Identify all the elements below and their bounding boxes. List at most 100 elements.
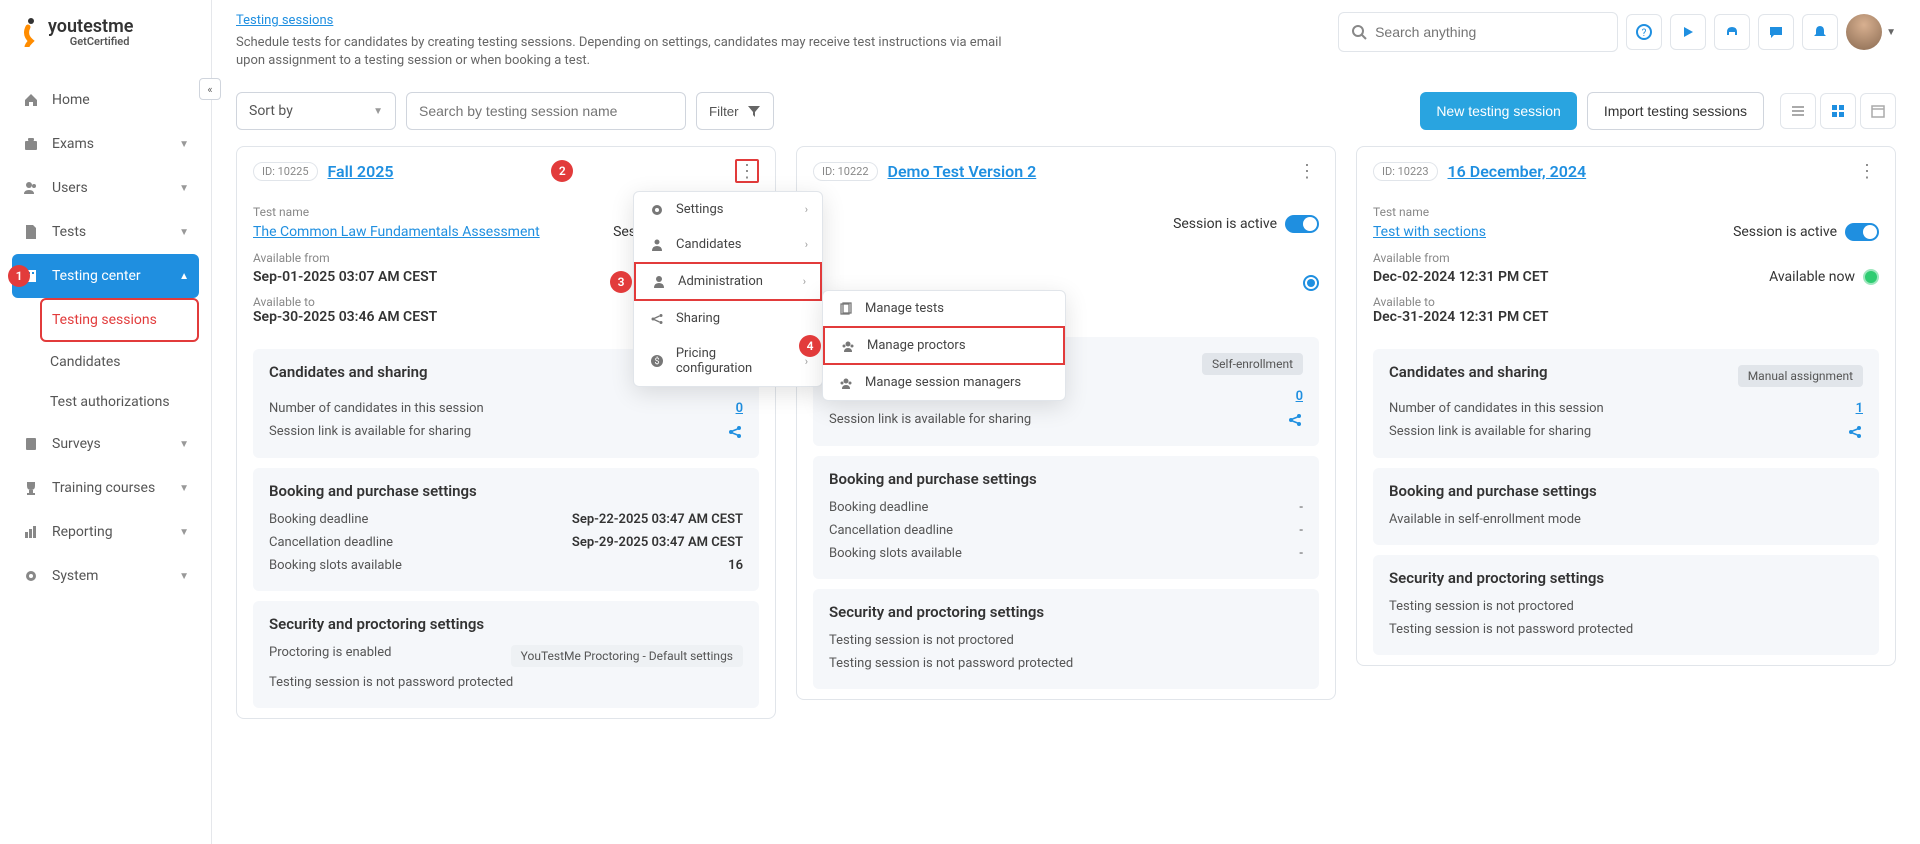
session-search[interactable] [406,92,686,130]
session-id-badge: ID: 10223 [1373,162,1438,181]
chevron-down-icon: ▼ [373,106,383,117]
submenu-manage-tests[interactable]: Manage tests [823,291,1065,326]
label: Session link is available for sharing [269,424,471,440]
candidate-count-link[interactable]: 1 [1856,401,1863,416]
play-button[interactable] [1670,14,1706,50]
label: Testing session is not password protecte… [1389,622,1633,637]
enrollment-badge: Self-enrollment [1202,353,1303,375]
session-search-input[interactable] [419,103,673,119]
filter-label: Filter [709,104,739,119]
menu-candidates[interactable]: Candidates › [634,227,822,262]
nav-test-authorizations[interactable]: Test authorizations [40,382,199,422]
nav-surveys[interactable]: Surveys ▼ [12,422,199,466]
label: Booking deadline [269,512,368,527]
trophy-icon [22,480,40,496]
help-button[interactable]: ? [1626,14,1662,50]
label: Cancellation deadline [269,535,393,550]
test-name-link[interactable]: Test with sections [1373,224,1486,240]
test-name-link[interactable]: The Common Law Fundamentals Assessment [253,224,540,240]
session-more-button[interactable]: ⋮ [735,159,759,183]
nav-label: Exams [52,136,94,152]
support-button[interactable] [1714,14,1750,50]
share-icon[interactable] [1287,412,1303,428]
chat-button[interactable] [1758,14,1794,50]
nav-training-courses[interactable]: Training courses ▼ [12,466,199,510]
logo-text: youtestme [48,16,133,37]
menu-label: Sharing [676,311,720,326]
search-icon [1351,24,1367,40]
document-icon [22,224,40,240]
available-from-value: Sep-01-2025 03:07 AM CEST [253,269,437,285]
session-title-link[interactable]: Fall 2025 [328,162,394,181]
submenu-manage-proctors[interactable]: 4 Manage proctors [823,326,1065,365]
menu-sharing[interactable]: Sharing [634,301,822,336]
logo[interactable]: youtestme GetCertified [20,16,191,48]
svg-text:$: $ [654,356,659,367]
nav-label: Testing center [52,268,141,284]
svg-text:?: ? [1642,28,1647,39]
breadcrumb[interactable]: Testing sessions [236,13,333,28]
step-badge-2: 2 [551,160,573,182]
collapse-sidebar-button[interactable]: « [199,78,221,100]
nav-system[interactable]: System ▼ [12,554,199,598]
label: Available to [1373,295,1879,309]
session-active-toggle[interactable] [1845,223,1879,241]
global-search[interactable] [1338,12,1618,52]
view-grid-button[interactable] [1820,93,1856,129]
menu-label: Administration [678,274,763,289]
filter-button[interactable]: Filter [696,92,774,130]
chevron-down-icon: ▼ [179,439,189,450]
cancel-deadline-value: Sep-29-2025 03:47 AM CEST [572,535,743,550]
step-badge-3: 3 [610,271,632,293]
label: Available in self-enrollment mode [1389,512,1581,527]
sort-by-select[interactable]: Sort by ▼ [236,92,396,130]
candidate-count-link[interactable]: 0 [736,401,743,416]
submenu-label: Manage tests [865,301,944,316]
session-active-toggle[interactable] [1285,215,1319,233]
notifications-button[interactable] [1802,14,1838,50]
slots-value: - [1299,546,1303,561]
section-title: Candidates and sharing [269,363,428,381]
chevron-down-icon: ▼ [179,227,189,238]
session-more-button[interactable]: ⋮ [1295,159,1319,183]
candidate-count-link[interactable]: 0 [1296,389,1303,404]
chevron-down-icon: ▼ [179,571,189,582]
nav-candidates[interactable]: Candidates [40,342,199,382]
share-icon[interactable] [727,424,743,440]
label: Test name [1373,205,1879,219]
submenu-label: Manage proctors [867,338,966,353]
menu-pricing[interactable]: $ Pricing configuration › [634,336,822,386]
nav-home[interactable]: Home [12,78,199,122]
view-list-button[interactable] [1780,93,1816,129]
import-testing-sessions-button[interactable]: Import testing sessions [1587,92,1764,130]
global-search-input[interactable] [1375,24,1605,40]
menu-settings[interactable]: Settings › [634,192,822,227]
briefcase-icon [22,136,40,152]
status-radio[interactable] [1303,275,1319,291]
label: Proctoring is enabled [269,645,391,667]
nav-tests[interactable]: Tests ▼ [12,210,199,254]
session-title-link[interactable]: Demo Test Version 2 [888,162,1037,181]
nav-users[interactable]: Users ▼ [12,166,199,210]
section-title: Booking and purchase settings [269,482,743,500]
booking-deadline-value: Sep-22-2025 03:47 AM CEST [572,512,743,527]
section-title: Security and proctoring settings [829,603,1303,621]
nav-label: Tests [52,224,86,240]
nav-label: Home [52,92,90,108]
share-icon[interactable] [1847,424,1863,440]
menu-label: Candidates [676,237,741,252]
new-testing-session-button[interactable]: New testing session [1420,92,1577,130]
menu-label: Pricing configuration [676,346,795,376]
nav-exams[interactable]: Exams ▼ [12,122,199,166]
section-title: Booking and purchase settings [1389,482,1863,500]
session-title-link[interactable]: 16 December, 2024 [1448,162,1587,181]
nav-testing-center[interactable]: 1 Testing center ▲ [12,254,199,298]
user-menu[interactable]: ▼ [1846,14,1896,50]
session-more-button[interactable]: ⋮ [1855,159,1879,183]
submenu-manage-managers[interactable]: Manage session managers [823,365,1065,400]
menu-administration[interactable]: 3 Administration › [634,262,822,301]
view-calendar-button[interactable] [1860,93,1896,129]
nav-reporting[interactable]: Reporting ▼ [12,510,199,554]
section-title: Booking and purchase settings [829,470,1303,488]
nav-testing-sessions[interactable]: Testing sessions [40,298,199,342]
